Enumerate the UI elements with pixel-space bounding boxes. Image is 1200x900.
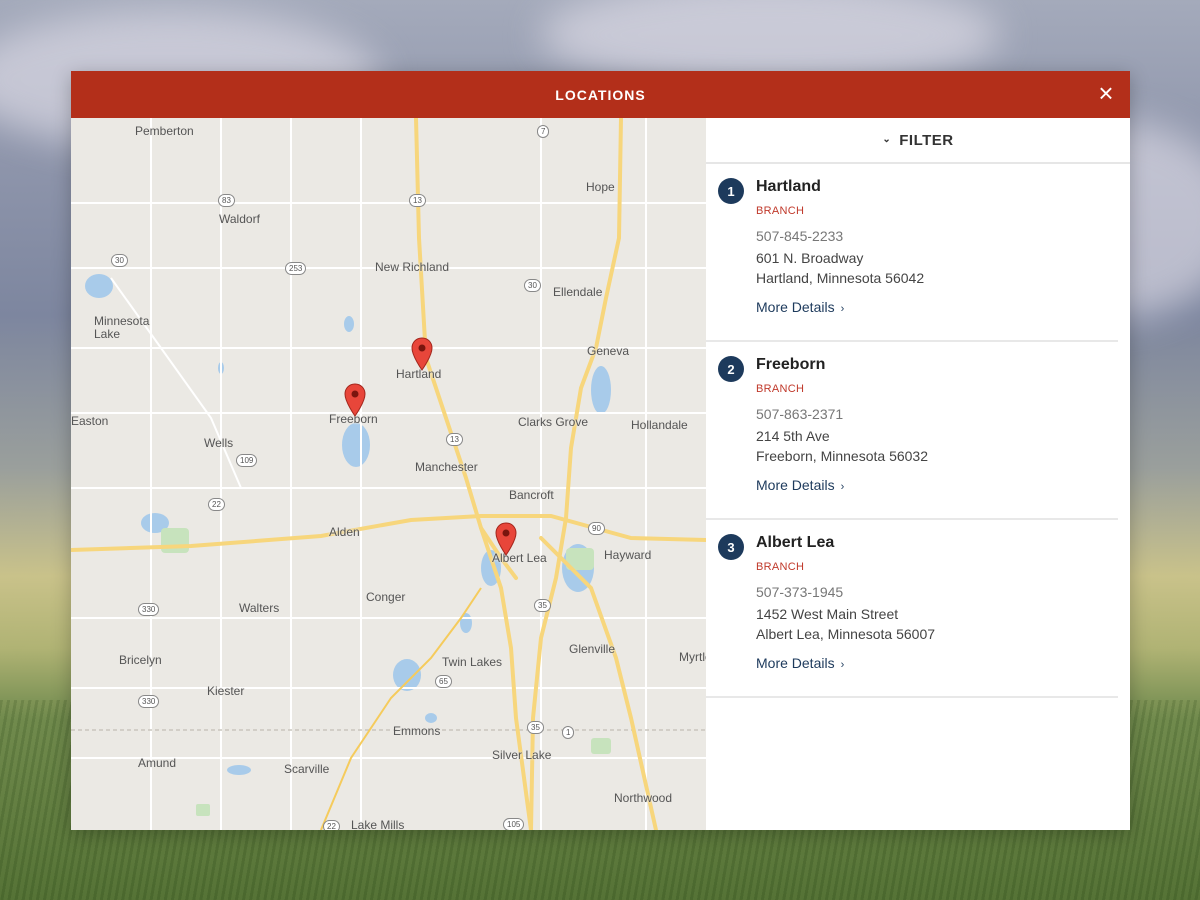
location-item: 1 Hartland BRANCH 507-845-2233 601 N. Br… [706,164,1118,342]
location-phone: 507-863-2371 [756,406,844,422]
filter-button[interactable]: ⌄ FILTER [706,118,1130,164]
route-shield: 65 [435,675,452,688]
location-name: Albert Lea [756,534,835,551]
map-marker-hartland[interactable] [411,337,433,371]
map-marker-freeborn[interactable] [344,383,366,417]
town-label: Conger [366,590,406,604]
more-details-label: More Details [756,299,835,315]
town-label: Alden [329,525,360,539]
location-type: BRANCH [756,561,805,573]
map-marker-albert-lea[interactable] [495,522,517,556]
town-label: Minnesota Lake [94,314,150,341]
location-name: Freeborn [756,356,826,373]
location-address-line1: 214 5th Ave [756,428,830,444]
route-shield: 35 [527,721,544,734]
location-phone: 507-373-1945 [756,584,844,600]
route-shield: 13 [446,433,463,446]
location-name: Hartland [756,178,821,195]
location-number-badge: 1 [718,178,744,204]
route-shield: 109 [236,454,258,467]
location-address-line2: Albert Lea, Minnesota 56007 [756,626,936,642]
town-label: Lake Mills [351,818,405,830]
town-label: Clarks Grove [518,415,589,429]
chevron-right-icon: › [840,659,845,671]
route-shield: 35 [534,599,551,612]
town-label: Twin Lakes [442,655,503,669]
town-label: Hayward [604,548,652,562]
town-label: Geneva [587,344,630,358]
town-label: Walters [239,601,280,615]
route-shield: 22 [208,498,225,511]
location-item: 2 Freeborn BRANCH 507-863-2371 214 5th A… [706,342,1118,520]
filter-label: FILTER [899,131,954,149]
more-details-link[interactable]: More Details › [756,299,844,315]
more-details-label: More Details [756,655,835,671]
town-label: Northwood [614,791,673,805]
more-details-label: More Details [756,477,835,493]
town-label: Hollandale [631,418,688,432]
location-address-line2: Hartland, Minnesota 56042 [756,270,925,286]
map[interactable]: Pemberton Hope Waldorf New Richland Elle… [71,118,706,830]
town-label: Ellendale [553,285,603,299]
town-label: Scarville [284,762,330,776]
location-type: BRANCH [756,205,805,217]
town-label: Silver Lake [492,748,552,762]
town-label: Wells [204,436,234,450]
town-label: Hope [586,180,615,194]
location-number-badge: 3 [718,534,744,560]
town-label: Waldorf [219,212,260,226]
town-label: Kiester [207,684,245,698]
route-shield: 30 [524,279,541,292]
town-label: Easton [71,414,109,428]
locations-panel: ⌄ FILTER 1 Hartland BRANCH 507-845-2233 … [706,118,1130,830]
town-label: Bancroft [509,488,554,502]
town-label: Amund [138,756,177,770]
close-icon[interactable]: × [1094,80,1118,106]
location-type: BRANCH [756,383,805,395]
chevron-down-icon: ⌄ [882,133,892,145]
route-shield: 30 [111,254,128,267]
location-item: 3 Albert Lea BRANCH 507-373-1945 1452 We… [706,520,1118,698]
town-label: Pemberton [135,124,194,138]
town-label: Glenville [569,642,616,656]
location-address-line1: 601 N. Broadway [756,250,864,266]
town-label: Manchester [415,460,478,474]
more-details-link[interactable]: More Details › [756,477,844,493]
modal-title: LOCATIONS [555,86,646,103]
town-label: New Richland [375,260,450,274]
town-label: Emmons [393,724,441,738]
route-shield: 90 [588,522,605,535]
chevron-right-icon: › [840,303,845,315]
route-shield: 330 [138,695,160,708]
chevron-right-icon: › [840,481,845,493]
route-shield: 330 [138,603,160,616]
route-shield: 105 [503,818,525,830]
route-shield: 22 [323,820,340,830]
location-address-line1: 1452 West Main Street [756,606,899,622]
locations-modal: LOCATIONS × Pemberton Hope Waldorf New R… [71,71,1130,830]
map-roads [71,118,706,830]
route-shield: 13 [409,194,426,207]
town-label: Bricelyn [119,653,162,667]
modal-header: LOCATIONS × [71,71,1130,118]
route-shield: 83 [218,194,235,207]
route-shield: 253 [285,262,307,275]
location-address-line2: Freeborn, Minnesota 56032 [756,448,928,464]
location-number-badge: 2 [718,356,744,382]
location-phone: 507-845-2233 [756,228,844,244]
town-label: Myrtle [679,650,706,664]
more-details-link[interactable]: More Details › [756,655,844,671]
